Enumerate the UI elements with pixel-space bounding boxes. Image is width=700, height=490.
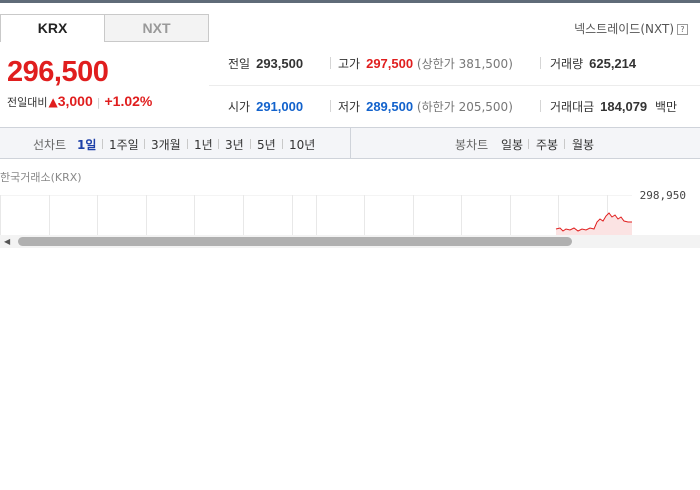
help-icon[interactable]: ?: [677, 24, 688, 35]
stat-sub: (상한가 381,500): [416, 57, 513, 71]
period-3m[interactable]: 3개월: [151, 136, 181, 153]
price-change: 전일대비▲3,000 | +1.02%: [7, 93, 152, 110]
stat-value: 625,214: [589, 56, 637, 71]
price-chart[interactable]: [0, 195, 700, 235]
stat-label: 거래대금: [550, 100, 595, 114]
divider: [144, 139, 145, 149]
divider: [250, 139, 251, 149]
price-area: [556, 213, 632, 235]
period-daily-candle[interactable]: 일봉: [501, 136, 523, 153]
stat-unit: 백만: [655, 100, 678, 114]
stat-sub-label: 상한가: [421, 57, 455, 71]
top-border: [0, 0, 700, 3]
nxt-link[interactable]: 넥스트레이드(NXT)?: [574, 20, 688, 37]
period-3y[interactable]: 3년: [225, 136, 244, 153]
stat-high: 고가 297,500 (상한가 381,500): [338, 55, 513, 72]
divider: |: [96, 96, 101, 109]
stat-sub-value: 381,500: [458, 57, 509, 71]
stat-value: 293,500: [256, 56, 304, 71]
nxt-link-label[interactable]: 넥스트레이드(NXT): [574, 22, 674, 36]
diff-value: 3,000: [57, 93, 93, 109]
stat-low: 저가 289,500 (하한가 205,500): [338, 98, 513, 115]
diff-percent: +1.02%: [104, 93, 153, 109]
divider: [540, 100, 541, 112]
tab-nxt[interactable]: NXT: [104, 14, 209, 42]
stat-amount: 거래대금 184,079 백만: [550, 98, 683, 115]
chart-title: 한국거래소(KRX): [0, 171, 82, 184]
stat-sub-value: 205,500: [458, 100, 509, 114]
divider: [540, 57, 541, 69]
period-1y[interactable]: 1년: [194, 136, 213, 153]
scrollbar-thumb[interactable]: [18, 237, 572, 246]
chart-period-bar: 선차트 1일 1주일 3개월 1년 3년 5년 10년 봉차트 일봉 주봉 월봉: [0, 127, 700, 159]
stat-label: 고가: [338, 57, 361, 71]
stat-value: 291,000: [256, 99, 304, 114]
divider: [528, 139, 529, 149]
stat-label: 저가: [338, 100, 361, 114]
diff-label: 전일대비: [7, 96, 48, 109]
stat-value: 184,079: [600, 99, 648, 114]
line-chart-label: 선차트: [33, 138, 67, 152]
stat-sub-label: 하한가: [421, 100, 455, 114]
divider: [330, 100, 331, 112]
divider: [102, 139, 103, 149]
row-divider: [209, 85, 700, 86]
period-1d[interactable]: 1일: [77, 136, 96, 153]
stat-open: 시가 291,000: [228, 98, 303, 115]
current-price: 296,500: [7, 56, 109, 88]
stat-label: 거래량: [550, 57, 584, 71]
divider: [350, 128, 351, 158]
price-chart-svg: [0, 195, 632, 235]
candle-chart-label: 봉차트: [455, 138, 489, 152]
up-triangle-icon: ▲: [48, 95, 58, 109]
stat-volume: 거래량 625,214: [550, 55, 636, 72]
stat-sub: (하한가 205,500): [416, 100, 513, 114]
stat-label: 시가: [228, 100, 251, 114]
divider: [187, 139, 188, 149]
stat-label: 전일: [228, 57, 251, 71]
divider: [218, 139, 219, 149]
divider: [282, 139, 283, 149]
divider: [330, 57, 331, 69]
period-monthly-candle[interactable]: 월봉: [572, 136, 594, 153]
stat-prev-close: 전일 293,500: [228, 55, 303, 72]
period-1w[interactable]: 1주일: [109, 136, 139, 153]
period-10y[interactable]: 10년: [289, 136, 315, 153]
divider: [564, 139, 565, 149]
scroll-left-arrow-icon[interactable]: ◀: [4, 237, 10, 246]
stat-value: 297,500: [366, 56, 414, 71]
stat-value: 289,500: [366, 99, 414, 114]
period-5y[interactable]: 5년: [257, 136, 276, 153]
tab-krx[interactable]: KRX: [0, 14, 105, 42]
chart-grid: [0, 195, 632, 235]
period-weekly-candle[interactable]: 주봉: [536, 136, 558, 153]
